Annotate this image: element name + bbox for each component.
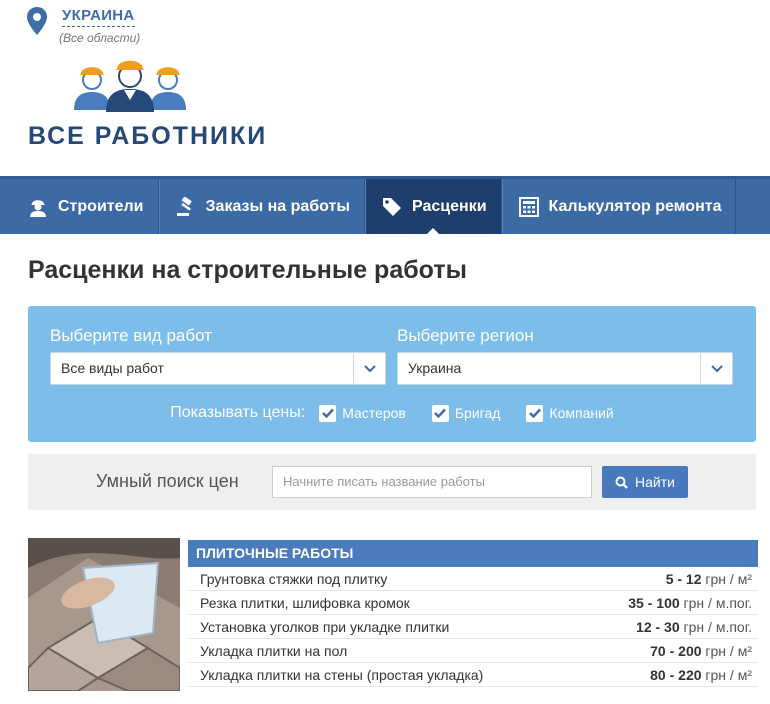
work-name: Резка плитки, шлифовка кромок [200, 594, 410, 611]
search-button-label: Найти [635, 474, 675, 490]
page-title: Расценки на строительные работы [28, 256, 467, 284]
price-value: 5 - 12 грн / м² [665, 570, 752, 587]
search-input[interactable]: Начните писать название работы [272, 466, 592, 498]
hammer-icon [176, 196, 192, 216]
price-value: 35 - 100 грн / м.пог. [628, 594, 752, 611]
work-type-label: Выберите вид работ [50, 326, 212, 345]
site-logo[interactable]: ВСЕ РАБОТНИКИ [28, 56, 265, 152]
workers-logo-icon [74, 60, 186, 112]
checkbox-masters[interactable]: Мастеров [319, 404, 406, 422]
checkmark-icon[interactable] [526, 404, 544, 422]
section-header[interactable]: ПЛИТОЧНЫЕ РАБОТЫ [188, 540, 758, 567]
worker-icon [30, 199, 46, 217]
filter-panel: Выберите вид работ Все виды работ Выбери… [28, 306, 756, 442]
nav-item-prices[interactable]: Расценки [365, 179, 502, 235]
smart-search-bar: Умный поиск цен Начните писать название … [28, 454, 756, 510]
map-pin-icon [27, 7, 47, 35]
location-country-link[interactable]: УКРАИНА [62, 6, 135, 27]
nav-label: Строители [58, 197, 144, 215]
work-name: Укладка плитки на пол [200, 642, 348, 659]
tile-work-image [28, 538, 180, 691]
nav-item-calculator[interactable]: Калькулятор ремонта [501, 179, 737, 234]
region-value: Украина [408, 360, 462, 376]
search-button[interactable]: Найти [602, 466, 688, 498]
nav-item-orders[interactable]: Заказы на работы [158, 179, 366, 234]
chevron-down-icon[interactable] [700, 353, 732, 384]
checkmark-icon[interactable] [431, 404, 449, 422]
smart-search-label: Умный поиск цен [96, 471, 239, 491]
tile-works-price-table: ПЛИТОЧНЫЕ РАБОТЫ Грунтовка стяжки под пл… [188, 540, 758, 687]
work-name: Грунтовка стяжки под плитку [200, 570, 388, 587]
nav-label: Калькулятор ремонта [548, 197, 722, 215]
price-row[interactable]: Укладка плитки на стены (простая укладка… [188, 663, 758, 687]
checkbox-label: Мастеров [342, 405, 406, 421]
price-value: 12 - 30 грн / м.пог. [636, 618, 752, 635]
work-name: Установка уголков при укладке плитки [200, 618, 450, 635]
region-select[interactable]: Украина [397, 352, 733, 385]
logo-text: ВСЕ РАБОТНИКИ [28, 122, 268, 150]
checkmark-icon[interactable] [319, 404, 337, 422]
tile-work-photo[interactable] [28, 538, 180, 691]
work-type-select[interactable]: Все виды работ [50, 352, 386, 385]
checkbox-label: Бригад [454, 405, 501, 421]
show-prices-label: Показывать цены: [170, 404, 306, 421]
region-label: Выберите регион [397, 326, 534, 345]
show-prices-row: Показывать цены: Мастеров Бригад Компани… [28, 402, 756, 424]
calculator-icon [518, 196, 539, 217]
nav-label: Заказы на работы [205, 197, 351, 215]
price-value: 70 - 200 грн / м² [650, 642, 752, 659]
main-nav: Строители Заказы на работы Расценки Каль… [0, 176, 770, 235]
work-name: Укладка плитки на стены (простая укладка… [200, 666, 484, 683]
checkbox-brigades[interactable]: Бригад [431, 404, 501, 422]
checkbox-companies[interactable]: Компаний [526, 404, 614, 422]
price-row[interactable]: Резка плитки, шлифовка кромок 35 - 100 г… [188, 591, 758, 615]
price-row[interactable]: Установка уголков при укладке плитки 12 … [188, 615, 758, 639]
work-type-value: Все виды работ [61, 360, 164, 376]
price-row[interactable]: Укладка плитки на пол 70 - 200 грн / м² [188, 639, 758, 663]
nav-label: Расценки [412, 197, 487, 215]
price-tag-icon [383, 197, 402, 216]
chevron-down-icon[interactable] [353, 353, 385, 384]
checkbox-label: Компаний [549, 405, 614, 421]
price-value: 80 - 220 грн / м² [650, 666, 752, 683]
location-region: (Все области) [59, 31, 141, 45]
price-row[interactable]: Грунтовка стяжки под плитку 5 - 12 грн /… [188, 567, 758, 591]
nav-item-builders[interactable]: Строители [0, 179, 159, 234]
search-icon [615, 476, 628, 489]
